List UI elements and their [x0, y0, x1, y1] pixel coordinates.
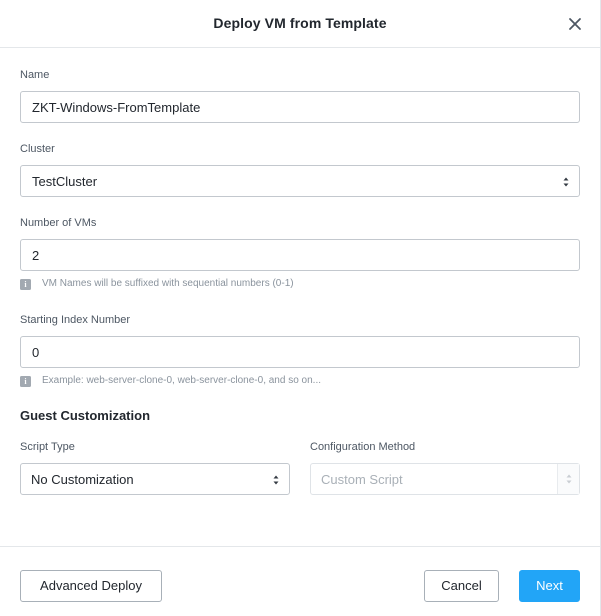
- config-method-label: Configuration Method: [310, 441, 416, 453]
- num-vms-label: Number of VMs: [20, 217, 97, 229]
- select-arrow-box: [557, 464, 579, 494]
- num-vms-input-value: 2: [32, 248, 40, 263]
- start-index-input-value: 0: [32, 345, 40, 360]
- start-index-input[interactable]: 0: [20, 336, 580, 368]
- close-button[interactable]: [565, 14, 585, 34]
- close-icon: [569, 18, 581, 30]
- num-vms-input[interactable]: 2: [20, 239, 580, 271]
- cluster-select-value: TestCluster: [32, 174, 98, 189]
- cluster-label: Cluster: [20, 143, 55, 155]
- name-label: Name: [20, 69, 50, 81]
- dialog-footer: Advanced Deploy Cancel Next: [0, 546, 600, 616]
- num-vms-hint-text: VM Names will be suffixed with sequentia…: [42, 278, 294, 289]
- guest-customization-title: Guest Customization: [20, 408, 151, 423]
- start-index-hint-text: Example: web-server-clone-0, web-server-…: [42, 375, 322, 386]
- dialog-header: Deploy VM from Template: [0, 0, 600, 48]
- name-input-value: ZKT-Windows-FromTemplate: [32, 100, 201, 115]
- next-button[interactable]: Next: [519, 570, 580, 602]
- advanced-deploy-button[interactable]: Advanced Deploy: [20, 570, 162, 602]
- start-index-hint: i Example: web-server-clone-0, web-serve…: [20, 375, 420, 388]
- num-vms-hint: i VM Names will be suffixed with sequent…: [20, 278, 420, 291]
- script-type-select-value: No Customization: [31, 472, 134, 487]
- script-type-select[interactable]: No Customization: [20, 463, 290, 495]
- select-arrows-icon: [563, 177, 569, 187]
- script-type-label: Script Type: [20, 441, 75, 453]
- name-input[interactable]: ZKT-Windows-FromTemplate: [20, 91, 580, 123]
- cluster-select[interactable]: TestCluster: [20, 165, 580, 197]
- info-icon: i: [20, 279, 31, 290]
- select-arrows-icon: [566, 474, 572, 484]
- config-method-select-value: Custom Script: [321, 472, 403, 487]
- select-arrows-icon: [273, 475, 279, 485]
- config-method-select[interactable]: Custom Script: [310, 463, 580, 495]
- cancel-button[interactable]: Cancel: [424, 570, 499, 602]
- deploy-vm-dialog: Deploy VM from Template Name ZKT-Windows…: [0, 0, 601, 616]
- info-icon: i: [20, 376, 31, 387]
- dialog-title: Deploy VM from Template: [213, 15, 387, 31]
- start-index-label: Starting Index Number: [20, 314, 131, 326]
